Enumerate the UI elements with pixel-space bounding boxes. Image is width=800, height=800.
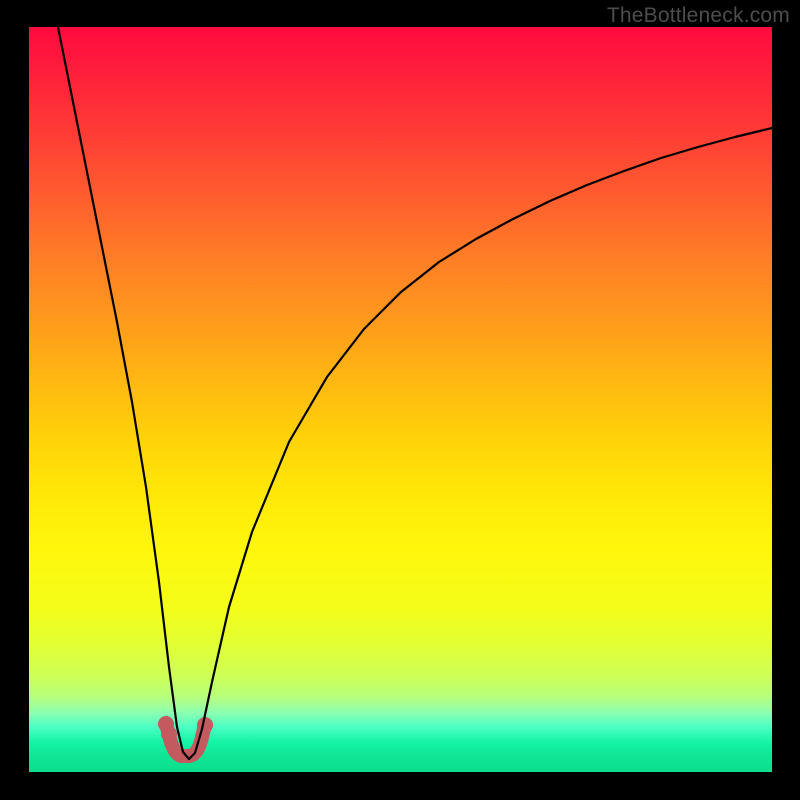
bottleneck-curve: [58, 27, 772, 759]
watermark-link[interactable]: TheBottleneck.com: [607, 4, 790, 28]
optimal-tip-highlight: [158, 716, 213, 756]
chart-stage: TheBottleneck.com: [0, 0, 800, 800]
chart-svg: [29, 27, 772, 772]
plot-area: [29, 27, 772, 772]
